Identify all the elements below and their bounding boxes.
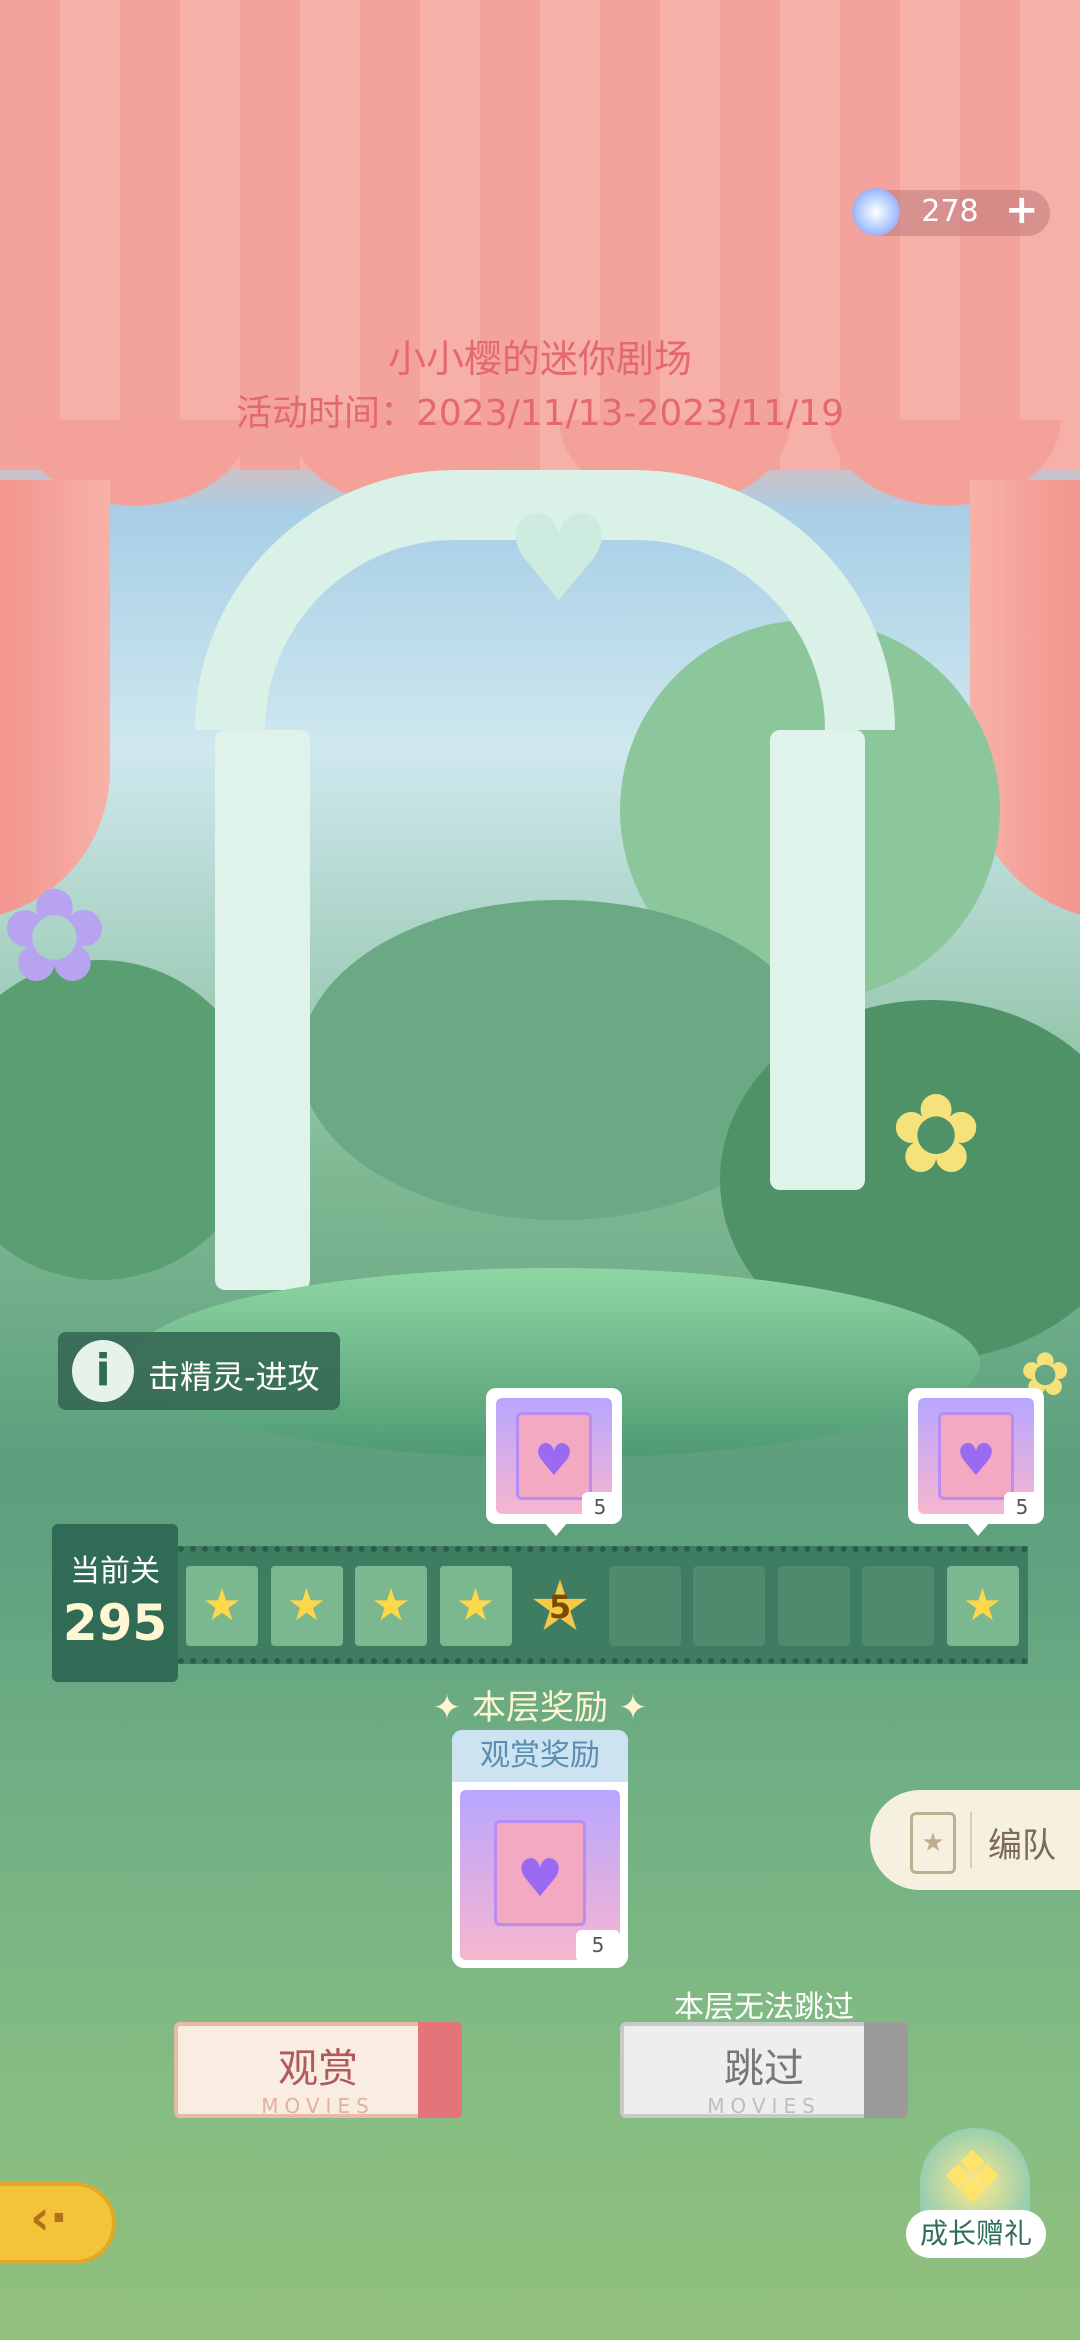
star-icon: ★ [455, 1580, 496, 1631]
growth-gift-label[interactable]: 成长赠礼 [906, 2210, 1046, 2258]
skip-note: 本层无法跳过 [674, 1990, 854, 2025]
add-currency-button[interactable]: + [1005, 187, 1039, 233]
star-icon: ★ [202, 1580, 242, 1631]
reward-quantity: 5 [1004, 1492, 1040, 1522]
currency-value: 278 [921, 194, 979, 229]
watch-sub: MOVIES [261, 2094, 375, 2118]
card-icon: ★ [910, 1812, 956, 1874]
purple-flower-icon: ✿ [0, 860, 109, 1012]
current-level-value: 295 [62, 1594, 168, 1652]
reward-pointer [544, 1522, 568, 1536]
empty-level-slot [608, 1566, 681, 1646]
empty-level-slot [693, 1566, 765, 1646]
skip-ticket-stub [864, 2022, 908, 2118]
info-icon: i [72, 1340, 134, 1402]
cleared-level-slot: ★ [270, 1566, 343, 1646]
heart-ornament-icon: ♥ [505, 490, 613, 629]
gift-bag-icon: ♥ [938, 1412, 1014, 1500]
cleared-level-slot: ★ [946, 1566, 1019, 1646]
game-screen: ♥ ✿ ✿ ✿ ✿ 278 + 小小樱的迷你剧场 活动时间：2023/11/13… [0, 0, 1080, 2340]
event-time: 活动时间：2023/11/13-2023/11/19 [236, 393, 844, 434]
track-reward-card[interactable]: ♥ 5 [908, 1388, 1044, 1524]
team-label: 编队 [988, 1826, 1056, 1866]
current-level-number: 5 [548, 1588, 572, 1626]
track-reward-card[interactable]: ♥ 5 [486, 1388, 622, 1524]
gift-bag-icon: ♥ [516, 1412, 592, 1500]
event-title: 小小樱的迷你剧场 [387, 337, 692, 381]
star-icon: ★ [371, 1580, 411, 1631]
snowflake-gem-icon [852, 188, 900, 236]
arch-pillar-left [215, 730, 310, 1290]
attack-label: 击精灵-进攻 [148, 1358, 320, 1396]
curtain-drape-left [0, 480, 110, 920]
watch-reward-card[interactable]: ♥ 5 [452, 1782, 628, 1968]
reward-quantity: 5 [582, 1492, 618, 1522]
reward-quantity: 5 [576, 1930, 620, 1962]
empty-level-slot [862, 1566, 934, 1646]
watch-reward-tab: 观赏奖励 [452, 1730, 628, 1782]
cleared-level-slot: ★ [355, 1566, 427, 1646]
watch-label: 观赏 [278, 2046, 358, 2092]
star-icon: ★ [286, 1580, 327, 1631]
skip-sub: MOVIES [707, 2094, 821, 2118]
cleared-level-slot: ★ [439, 1566, 512, 1646]
yellow-flower-icon: ✿ [890, 1070, 983, 1198]
current-level-label: 当前关 [70, 1554, 160, 1589]
star-icon: ★ [962, 1580, 1003, 1631]
gift-box-icon: ❖ [940, 2135, 1005, 2219]
divider [970, 1812, 972, 1868]
cleared-level-slot: ★ [186, 1566, 258, 1646]
back-arrow-icon: ‹· [30, 2190, 69, 2246]
current-level-slot: ★ 5 [524, 1566, 596, 1646]
reward-pointer [966, 1522, 990, 1536]
arch-pillar-right [770, 730, 865, 1190]
floor-reward-title: ✦ 本层奖励 ✦ [432, 1688, 648, 1728]
watch-ticket-stub [418, 2022, 462, 2118]
empty-level-slot [777, 1566, 850, 1646]
gift-bag-icon: ♥ [494, 1820, 586, 1926]
skip-label: 跳过 [724, 2046, 804, 2092]
